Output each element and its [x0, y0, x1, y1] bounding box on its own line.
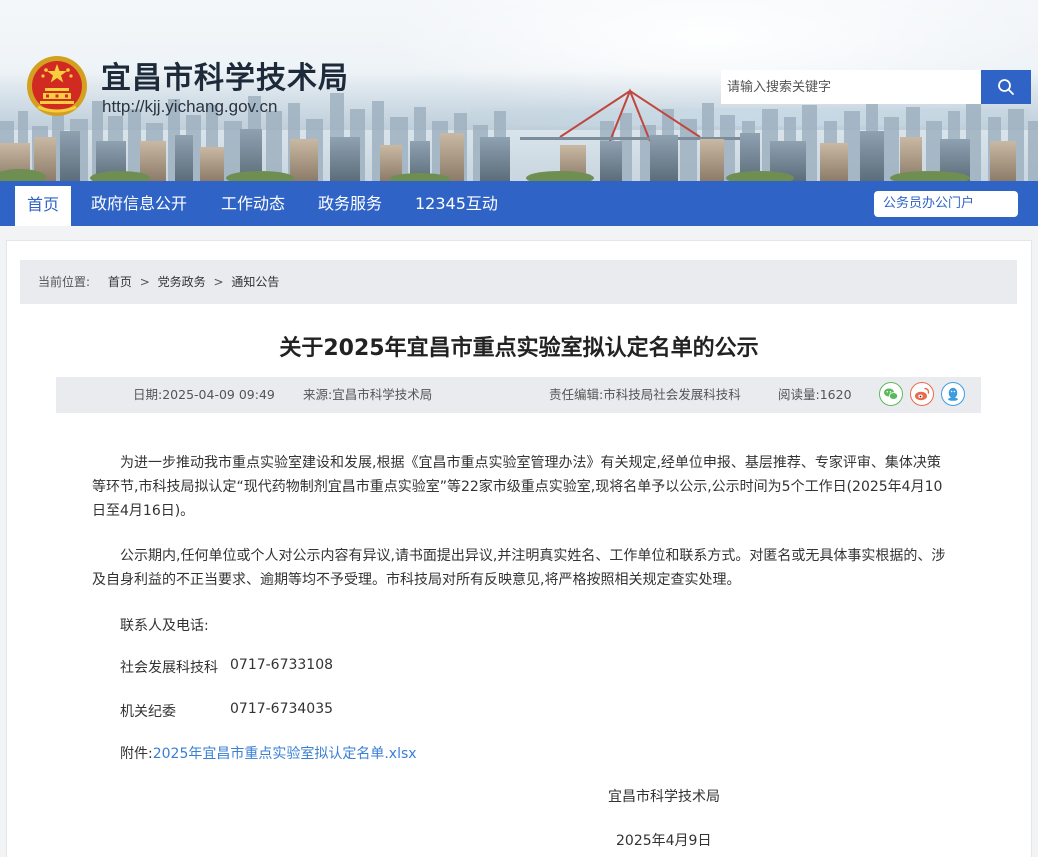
- meta-date: 日期:2025-04-09 09:49: [133, 387, 275, 402]
- weibo-icon: [910, 382, 934, 406]
- site-title: 宜昌市科学技术局: [101, 61, 349, 96]
- nav-item-home[interactable]: 首页: [15, 186, 72, 226]
- meta-source: 来源:宜昌市科学技术局: [303, 387, 433, 402]
- share-qq-button[interactable]: [941, 382, 965, 406]
- nav-item-work-news[interactable]: 工作动态: [221, 181, 285, 226]
- nav-item-12345[interactable]: 12345互动: [415, 181, 498, 226]
- contact-label: 联系人及电话:: [120, 618, 209, 634]
- nav-item-services[interactable]: 政务服务: [318, 181, 382, 226]
- article-paragraph: 为进一步推动我市重点实验室建设和发展,根据《宜昌市重点实验室管理办法》有关规定,…: [92, 455, 943, 519]
- contact-phone: 0717-6733108: [230, 657, 334, 673]
- share-wechat-button[interactable]: [879, 382, 903, 406]
- contact-phone: 0717-6734035: [230, 701, 334, 717]
- article-paragraph: 公示期内,任何单位或个人对公示内容有异议,请书面提出异议,并注明真实姓名、工作单…: [92, 548, 946, 588]
- meta-views: 阅读量:1620: [778, 387, 852, 402]
- contact-name: 机关纪委: [120, 704, 176, 720]
- search-input[interactable]: [721, 70, 981, 104]
- nav-item-gov-info[interactable]: 政府信息公开: [91, 181, 187, 226]
- search-button[interactable]: [981, 70, 1031, 104]
- breadcrumb: 当前位置: 首页 > 党务政务 > 通知公告: [20, 260, 1017, 304]
- attachment-row: 附件:2025年宜昌市重点实验室拟认定名单.xlsx: [120, 743, 417, 763]
- national-emblem-icon: [27, 56, 87, 116]
- wechat-icon: [879, 382, 903, 406]
- breadcrumb-label: 当前位置:: [38, 275, 91, 289]
- article-title: 关于2025年宜昌市重点实验室拟认定名单的公示: [279, 336, 759, 361]
- breadcrumb-party-affairs[interactable]: 党务政务: [158, 275, 206, 289]
- attachment-link[interactable]: 2025年宜昌市重点实验室拟认定名单.xlsx: [153, 746, 417, 762]
- breadcrumb-home[interactable]: 首页: [108, 275, 132, 289]
- article-meta: 日期:2025-04-09 09:49 来源:宜昌市科学技术局 责任编辑:市科技…: [56, 377, 981, 413]
- breadcrumb-separator: >: [139, 275, 150, 289]
- contact-name: 社会发展科技科: [120, 660, 218, 676]
- civil-servant-portal-button[interactable]: 公务员办公门户: [874, 191, 1018, 217]
- breadcrumb-separator: >: [213, 275, 224, 289]
- signature: 宜昌市科学技术局: [608, 789, 720, 805]
- attachment-label: 附件:: [120, 746, 153, 762]
- share-weibo-button[interactable]: [910, 382, 934, 406]
- meta-editor: 责任编辑:市科技局社会发展科技科: [549, 387, 741, 402]
- site-url: http://kjj.yichang.gov.cn: [102, 97, 278, 116]
- sign-date: 2025年4月9日: [616, 833, 712, 849]
- search-icon: [998, 79, 1014, 95]
- qq-icon: [941, 382, 965, 406]
- breadcrumb-notices[interactable]: 通知公告: [231, 275, 279, 289]
